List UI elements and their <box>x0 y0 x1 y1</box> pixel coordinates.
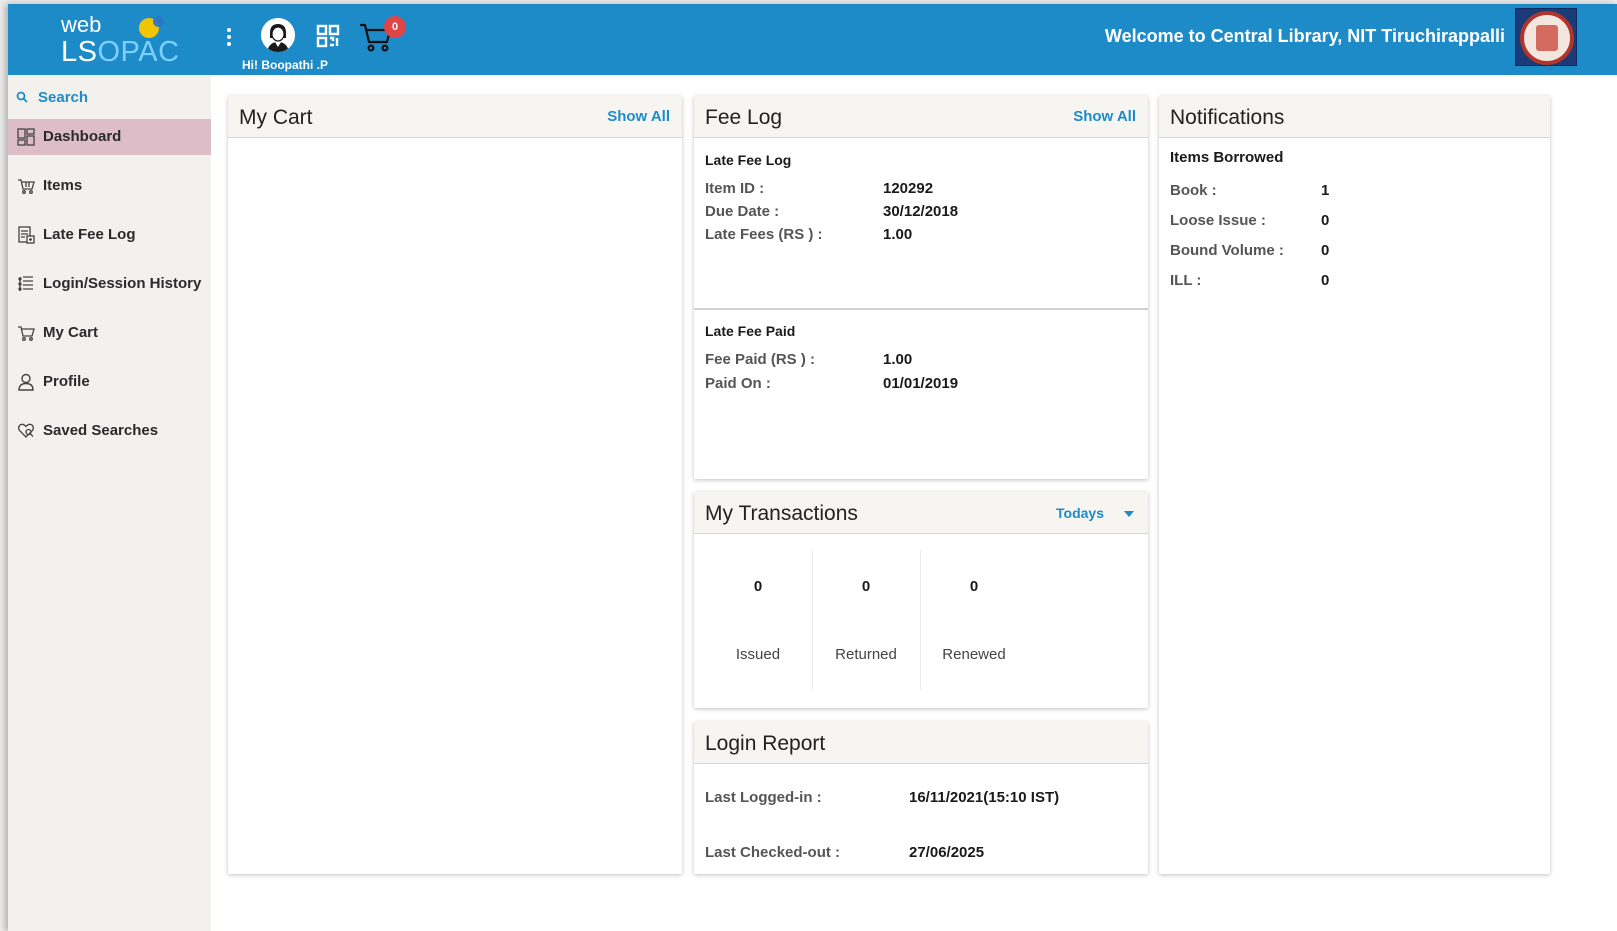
sidebar-item-label: Late Fee Log <box>43 226 136 243</box>
more-menu-icon[interactable] <box>225 28 233 52</box>
my-transactions-title: My Transactions <box>705 502 858 525</box>
logo-ls-text: LS <box>61 36 98 68</box>
sidebar-item-label: Items <box>43 177 83 194</box>
last-checked-out-label: Last Checked-out : <box>705 844 841 861</box>
sidebar-item-my-cart[interactable]: My Cart <box>8 315 211 351</box>
book-value: 1 <box>1321 182 1330 199</box>
my-cart-header: My Cart Show All <box>228 96 682 138</box>
fee-paid-value: 1.00 <box>883 351 913 368</box>
late-fee-log-subtitle: Late Fee Log <box>705 152 792 168</box>
renewed-count: 0 <box>969 578 979 595</box>
sidebar-item-profile[interactable]: Profile <box>8 364 211 400</box>
logo-lsopac-text: LSOPAC <box>61 36 180 69</box>
due-date-value: 30/12/2018 <box>883 203 959 220</box>
sidebar-item-label: Login/Session History <box>43 275 202 292</box>
last-checked-out-value: 27/06/2025 <box>909 844 985 861</box>
cart-icon <box>18 179 35 194</box>
user-icon <box>18 373 34 391</box>
search-icon <box>16 91 28 103</box>
transactions-filter-dropdown[interactable]: Todays <box>1056 505 1104 521</box>
item-id-value: 120292 <box>883 180 934 197</box>
sidebar-item-dashboard[interactable]: Dashboard <box>8 119 211 155</box>
login-report-header: Login Report <box>694 722 1148 764</box>
my-cart-card: My Cart Show All <box>228 96 682 874</box>
welcome-text: Welcome to Central Library, NIT Tiruchir… <box>1104 26 1505 46</box>
logo-web-text: web <box>61 12 102 37</box>
sidebar-item-label: My Cart <box>43 324 99 341</box>
notifications-card: Notifications Items Borrowed Book : 1 Lo… <box>1159 96 1550 874</box>
sidebar-item-label: Profile <box>43 373 90 390</box>
dashboard-icon <box>17 128 35 146</box>
my-cart-show-all-link[interactable]: Show All <box>607 108 670 125</box>
fee-log-title: Fee Log <box>705 106 783 129</box>
my-transactions-card: My Transactions Todays 0 Issued 0 Return… <box>694 492 1148 708</box>
sidebar-search-label: Search <box>38 89 89 106</box>
sidebar-search[interactable]: Search <box>8 84 211 112</box>
sidebar-item-late-fee-log[interactable]: Late Fee Log <box>8 217 211 253</box>
late-fees-label: Late Fees (RS ) : <box>705 226 823 243</box>
last-logged-in-value: 16/11/2021(15:10 IST) <box>909 789 1060 806</box>
late-fees-value: 1.00 <box>883 226 913 243</box>
app-window: web LSOPAC Hi! Boopathi .P 0 Welcome to … <box>8 4 1617 931</box>
avatar[interactable] <box>261 18 295 52</box>
institute-emblem-logo <box>1515 8 1577 66</box>
sidebar-item-items[interactable]: Items <box>8 168 211 204</box>
stat-separator <box>812 550 813 690</box>
book-label: Book : <box>1170 182 1217 199</box>
returned-label: Returned <box>835 646 897 663</box>
loose-issue-label: Loose Issue : <box>1170 212 1266 229</box>
sidebar-item-login-session-history[interactable]: Login/Session History <box>8 266 211 302</box>
fee-log-show-all-link[interactable]: Show All <box>1073 108 1136 125</box>
my-cart-title: My Cart <box>239 106 313 129</box>
logo-blue-dot <box>153 16 164 27</box>
paid-on-value: 01/01/2019 <box>883 375 959 392</box>
sidebar: Search Dashboard Items Late Fee Log Logi <box>8 75 211 931</box>
issued-count: 0 <box>753 578 763 595</box>
my-transactions-header: My Transactions Todays <box>694 492 1148 534</box>
due-date-label: Due Date : <box>705 203 780 220</box>
paid-on-label: Paid On : <box>705 375 771 392</box>
renewed-label: Renewed <box>942 646 1006 663</box>
fee-log-icon <box>18 226 35 244</box>
returned-count: 0 <box>861 578 871 595</box>
fee-log-header: Fee Log Show All <box>694 96 1148 138</box>
sidebar-item-label: Saved Searches <box>43 422 159 439</box>
notifications-title: Notifications <box>1170 106 1285 129</box>
fee-paid-label: Fee Paid (RS ) : <box>705 351 816 368</box>
late-fee-paid-subtitle: Late Fee Paid <box>705 323 796 339</box>
loose-issue-value: 0 <box>1321 212 1330 229</box>
chevron-down-icon[interactable] <box>1124 511 1134 517</box>
items-borrowed-subtitle: Items Borrowed <box>1170 149 1284 166</box>
weblsopac-logo[interactable]: web LSOPAC <box>52 12 179 70</box>
issued-label: Issued <box>735 646 781 663</box>
top-bar: web LSOPAC Hi! Boopathi .P 0 Welcome to … <box>8 4 1617 75</box>
fee-log-card: Fee Log Show All Late Fee Log Item ID : … <box>694 96 1148 479</box>
bound-volume-label: Bound Volume : <box>1170 242 1284 259</box>
ill-label: ILL : <box>1170 272 1202 289</box>
bound-volume-value: 0 <box>1321 242 1330 259</box>
login-report-title: Login Report <box>705 732 826 755</box>
qr-code-icon[interactable] <box>316 24 340 48</box>
logo-opac-text: OPAC <box>97 36 180 68</box>
history-icon <box>18 276 33 291</box>
item-id-label: Item ID : <box>705 180 765 197</box>
sidebar-item-label: Dashboard <box>43 128 122 145</box>
ill-value: 0 <box>1321 272 1330 289</box>
fee-log-divider <box>694 308 1148 310</box>
sidebar-item-saved-searches[interactable]: Saved Searches <box>8 413 211 449</box>
last-logged-in-label: Last Logged-in : <box>705 789 822 806</box>
stat-separator <box>920 550 921 690</box>
cart-icon <box>18 326 35 341</box>
user-greeting: Hi! Boopathi .P <box>242 58 328 72</box>
login-report-card: Login Report Last Logged-in : 16/11/2021… <box>694 722 1148 874</box>
cart-count-badge[interactable]: 0 <box>384 16 406 38</box>
heart-search-icon <box>17 423 35 438</box>
notifications-header: Notifications <box>1159 96 1550 138</box>
